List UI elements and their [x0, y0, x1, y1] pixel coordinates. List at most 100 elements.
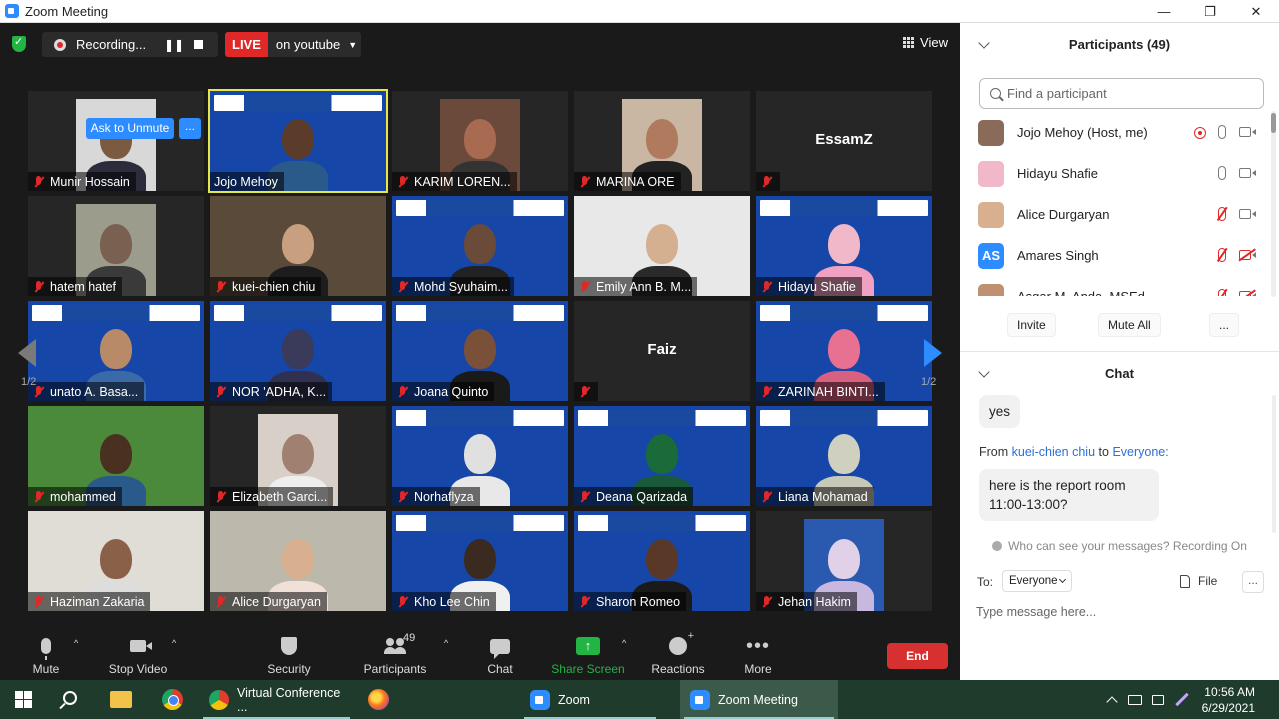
- taskbar-item-zoom[interactable]: Zoom: [520, 680, 660, 719]
- mic-muted-icon[interactable]: [1218, 207, 1226, 221]
- video-tile[interactable]: NOR 'ADHA, K...: [210, 301, 386, 401]
- taskbar-item-virtual-conference[interactable]: Virtual Conference ...: [199, 680, 354, 719]
- sender-link[interactable]: kuei-chien chiu: [1012, 445, 1095, 459]
- video-tile[interactable]: hatem hatef: [28, 196, 204, 296]
- video-options-caret[interactable]: ^: [172, 638, 176, 648]
- file-button[interactable]: File: [1180, 574, 1217, 588]
- video-camera-icon[interactable]: [1239, 209, 1256, 219]
- participants-options-caret[interactable]: ^: [444, 638, 448, 648]
- view-button[interactable]: View: [903, 35, 948, 50]
- encryption-shield-icon[interactable]: [12, 35, 26, 52]
- mute-all-button[interactable]: Mute All: [1098, 313, 1161, 337]
- video-tile[interactable]: kuei-chien chiu: [210, 196, 386, 296]
- end-meeting-button[interactable]: End: [887, 643, 948, 669]
- mic-muted-icon[interactable]: [1218, 289, 1226, 296]
- chrome-icon: [209, 689, 229, 710]
- search-icon[interactable]: [63, 691, 77, 705]
- chevron-up-icon[interactable]: [1105, 695, 1118, 708]
- ask-to-unmute-button[interactable]: Ask to Unmute: [86, 118, 174, 139]
- window-controls: — ❐ ✕: [1141, 0, 1279, 23]
- chrome-icon[interactable]: [162, 689, 183, 710]
- minimize-button[interactable]: —: [1141, 0, 1187, 23]
- video-off-icon[interactable]: [1239, 250, 1256, 260]
- video-tile[interactable]: Sharon Romeo: [574, 511, 750, 611]
- video-tile[interactable]: Hidayu Shafie: [756, 196, 932, 296]
- video-tile[interactable]: Munir Hossain: [28, 91, 204, 191]
- participant-row[interactable]: AS Amares Singh: [960, 236, 1270, 277]
- video-tile[interactable]: Emily Ann B. M...: [574, 196, 750, 296]
- video-tile[interactable]: Haziman Zakaria: [28, 511, 204, 611]
- video-camera-icon[interactable]: [1239, 127, 1256, 137]
- video-tile[interactable]: Elizabeth Garci...: [210, 406, 386, 506]
- video-camera-icon[interactable]: [1239, 168, 1256, 178]
- participant-row[interactable]: Jojo Mehoy (Host, me): [960, 113, 1270, 154]
- avatar: [978, 161, 1004, 187]
- video-tile[interactable]: EssamZ: [756, 91, 932, 191]
- network-icon[interactable]: [1127, 694, 1142, 705]
- share-screen-button[interactable]: ↑ Share Screen: [548, 634, 628, 676]
- mic-muted-icon: [578, 175, 592, 189]
- next-page-icon[interactable]: [924, 339, 942, 367]
- participant-search[interactable]: [979, 78, 1264, 109]
- taskbar-item-zoom-meeting[interactable]: Zoom Meeting: [680, 680, 838, 719]
- participants-more-button[interactable]: ...: [1209, 313, 1240, 337]
- firefox-icon[interactable]: [368, 689, 389, 710]
- video-tile[interactable]: Deana Qarizada: [574, 406, 750, 506]
- video-tile[interactable]: KARIM LOREN...: [392, 91, 568, 191]
- recipient-select[interactable]: Everyone: [1002, 570, 1072, 592]
- stop-video-button[interactable]: Stop Video: [98, 634, 178, 676]
- system-clock[interactable]: 10:56 AM 6/29/2021: [1202, 684, 1255, 716]
- maximize-button[interactable]: ❐: [1187, 0, 1233, 23]
- video-tile[interactable]: MARINA ORE: [574, 91, 750, 191]
- chat-scrollbar[interactable]: [1272, 395, 1276, 533]
- windows-start-icon[interactable]: [15, 691, 32, 708]
- video-tile[interactable]: Kho Lee Chin: [392, 511, 568, 611]
- participants-scrollbar[interactable]: [1271, 111, 1276, 297]
- chat-visibility-note[interactable]: Who can see your messages? Recording On: [960, 539, 1279, 553]
- video-tile[interactable]: Liana Mohamad: [756, 406, 932, 506]
- video-tile[interactable]: Mohd Syuhaim...: [392, 196, 568, 296]
- video-tile[interactable]: Jehan Hakim: [756, 511, 932, 611]
- video-off-icon[interactable]: [1239, 291, 1256, 296]
- video-tile[interactable]: Norhaflyza: [392, 406, 568, 506]
- tile-name-bar: mohammed: [28, 487, 122, 506]
- video-tile[interactable]: unato A. Basa...: [28, 301, 204, 401]
- invite-button[interactable]: Invite: [1007, 313, 1056, 337]
- video-tile[interactable]: Faiz: [574, 301, 750, 401]
- microphone-icon[interactable]: [1218, 125, 1226, 139]
- system-tray: 10:56 AM 6/29/2021: [1105, 680, 1279, 719]
- video-tile[interactable]: mohammed: [28, 406, 204, 506]
- reactions-button[interactable]: Reactions: [638, 630, 718, 676]
- tile-more-options-button[interactable]: ...: [179, 118, 201, 139]
- audio-options-caret[interactable]: ^: [74, 638, 78, 648]
- volume-icon[interactable]: [1151, 694, 1164, 705]
- video-tile[interactable]: ZARINAH BINTI...: [756, 301, 932, 401]
- more-button[interactable]: ••• More: [718, 634, 798, 676]
- participant-row[interactable]: Alice Durgaryan: [960, 195, 1270, 236]
- chat-button[interactable]: Chat: [460, 634, 540, 676]
- participant-row[interactable]: Asgar M. Anda, MSEd: [960, 277, 1270, 296]
- microphone-icon[interactable]: [1218, 166, 1226, 180]
- participant-display-name: Faiz: [647, 341, 677, 358]
- tile-name-bar: [756, 172, 780, 191]
- stop-recording-button[interactable]: [194, 40, 203, 49]
- share-options-caret[interactable]: ^: [622, 638, 626, 648]
- participants-button[interactable]: 49 Participants: [355, 632, 435, 676]
- file-explorer-icon[interactable]: [110, 691, 132, 708]
- recipient-link[interactable]: Everyone:: [1112, 445, 1168, 459]
- video-tile[interactable]: Jojo Mehoy: [208, 89, 388, 193]
- chat-message-input[interactable]: [976, 601, 1266, 623]
- pause-recording-button[interactable]: ❚❚: [162, 38, 186, 52]
- chat-more-button[interactable]: ...: [1242, 571, 1264, 593]
- mic-muted-icon[interactable]: [1218, 248, 1226, 262]
- meeting-area: Recording... ❚❚ LIVE on youtube ▼ View M…: [0, 23, 960, 680]
- security-button[interactable]: Security: [249, 634, 329, 676]
- video-tile[interactable]: Alice Durgaryan: [210, 511, 386, 611]
- participant-search-input[interactable]: [1007, 86, 1247, 101]
- close-button[interactable]: ✕: [1233, 0, 1279, 23]
- previous-page-icon[interactable]: [18, 339, 36, 367]
- video-tile[interactable]: Joana Quinto: [392, 301, 568, 401]
- livestream-indicator[interactable]: LIVE on youtube ▼: [225, 32, 361, 57]
- pen-icon[interactable]: [1174, 692, 1189, 707]
- participant-row[interactable]: Hidayu Shafie: [960, 154, 1270, 195]
